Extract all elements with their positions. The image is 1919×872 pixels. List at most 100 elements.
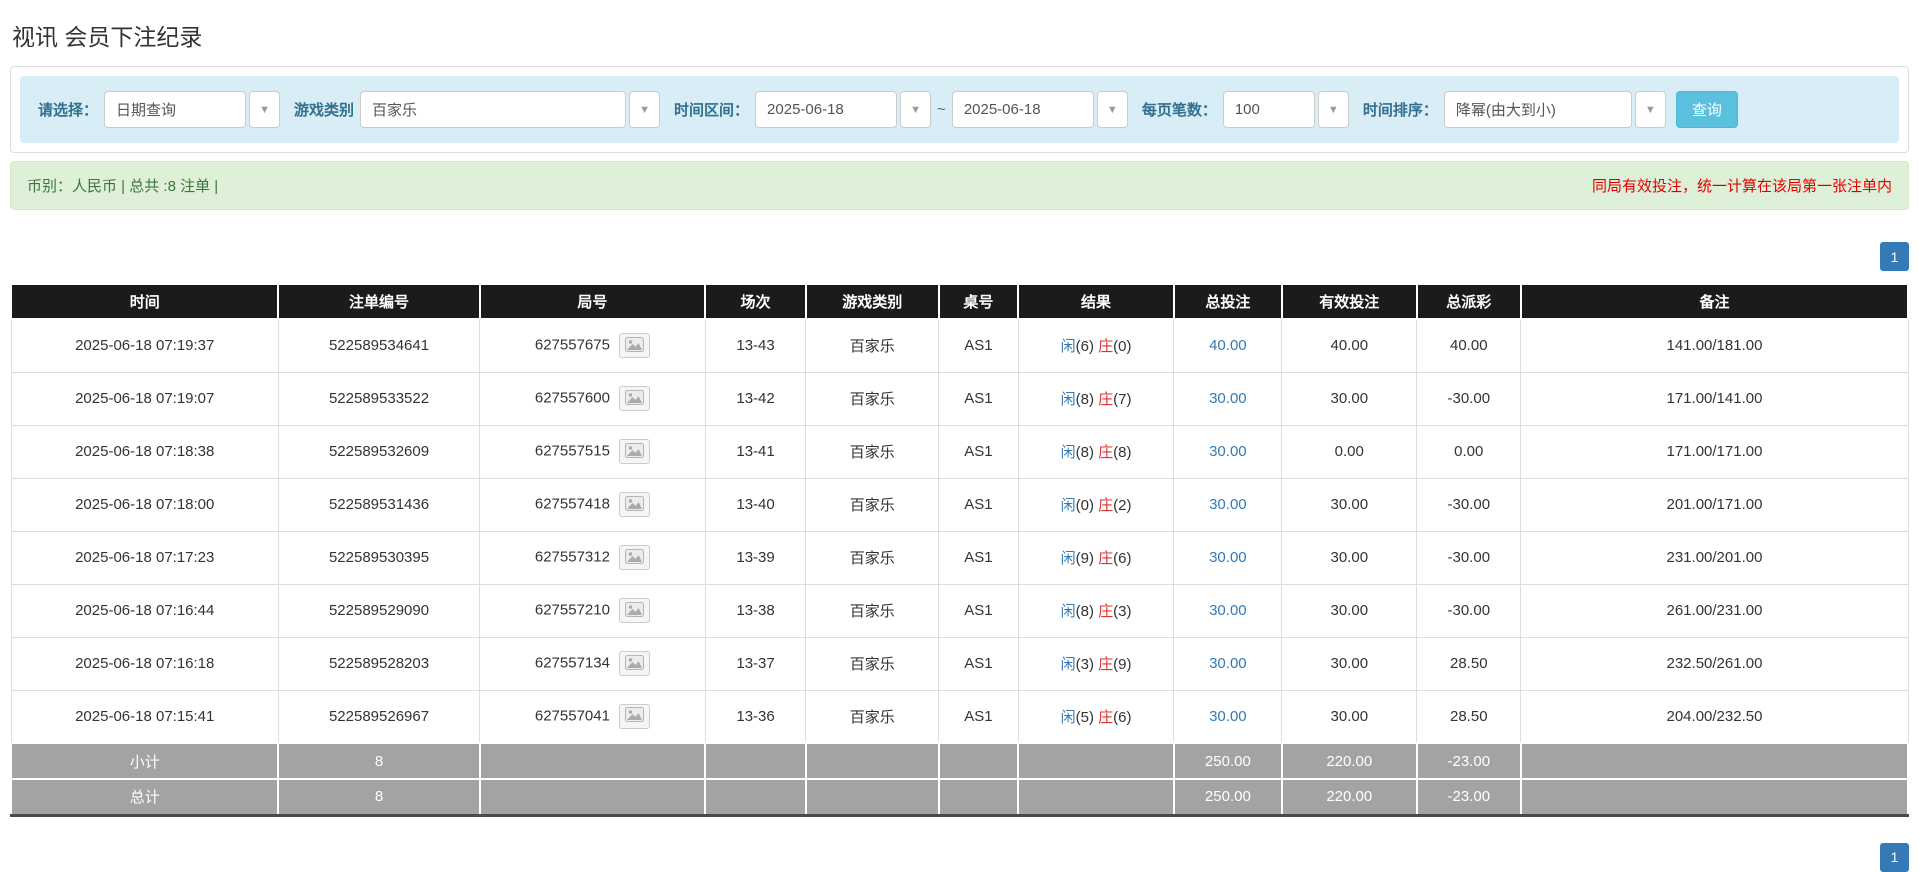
cell-game-type: 百家乐 bbox=[805, 530, 940, 585]
total-bet-link[interactable]: 30.00 bbox=[1209, 655, 1247, 672]
date-to-input[interactable]: 2025-06-18 bbox=[951, 91, 1094, 128]
date-from-input[interactable]: 2025-06-18 bbox=[755, 91, 898, 128]
cell-payout: 28.50 bbox=[1416, 689, 1522, 744]
cell-total-bet: 30.00 bbox=[1173, 583, 1283, 638]
round-number-text: 627557600 bbox=[534, 389, 610, 407]
footer-valid-bet: 220.00 bbox=[1280, 742, 1418, 780]
table-row: 2025-06-18 07:16:18 522589528203 627557134… bbox=[10, 636, 1909, 691]
query-button[interactable]: 查询 bbox=[1675, 91, 1738, 128]
filter-panel: 请选择： 日期查询 ▼ 游戏类别 百家乐 ▼ 时间区间： 2025-06-18 … bbox=[10, 66, 1909, 153]
total-bet-link[interactable]: 30.00 bbox=[1209, 549, 1247, 566]
cell-result: 闲(8) 庄(7) bbox=[1017, 371, 1175, 426]
image-icon bbox=[624, 601, 644, 620]
select-type-label: 请选择： bbox=[38, 102, 99, 119]
cell-total-bet: 30.00 bbox=[1173, 424, 1283, 479]
footer-payout: -23.00 bbox=[1415, 778, 1522, 816]
result-banker-label: 庄 bbox=[1098, 656, 1114, 673]
round-image-button[interactable] bbox=[618, 703, 650, 729]
cell-round-number: 627557041 bbox=[479, 689, 706, 744]
cell-bet-number: 522589528203 bbox=[277, 636, 481, 691]
cell-result: 闲(0) 庄(2) bbox=[1017, 477, 1175, 532]
table-row: 2025-06-18 07:15:41 522589526967 627557041… bbox=[10, 689, 1909, 744]
cell-valid-bet: 30.00 bbox=[1281, 477, 1418, 532]
cell-payout: 40.00 bbox=[1416, 318, 1522, 373]
cell-game-type: 百家乐 bbox=[805, 318, 940, 373]
cell-valid-bet: 30.00 bbox=[1281, 689, 1418, 744]
table-row: 2025-06-18 07:19:07 522589533522 627557600… bbox=[10, 371, 1909, 426]
cell-bet-number: 522589531436 bbox=[277, 477, 481, 532]
page-title: 视讯 会员下注纪录 bbox=[12, 24, 203, 50]
footer-label: 小计 bbox=[9, 742, 280, 780]
cell-time: 2025-06-18 07:15:41 bbox=[10, 689, 279, 744]
round-image-button[interactable] bbox=[618, 598, 650, 623]
time-sort-arrow-button[interactable]: ▼ bbox=[1634, 91, 1666, 128]
chevron-down-icon: ▼ bbox=[639, 103, 650, 116]
time-sort-label: 时间排序： bbox=[1362, 102, 1438, 119]
page-1-button[interactable]: 1 bbox=[1880, 242, 1909, 271]
total-bet-link[interactable]: 30.00 bbox=[1209, 602, 1247, 619]
game-type-dropdown[interactable]: 百家乐 bbox=[360, 91, 627, 128]
total-bet-link[interactable]: 30.00 bbox=[1209, 496, 1247, 513]
round-image-button[interactable] bbox=[618, 439, 650, 464]
cell-session: 13-41 bbox=[704, 424, 807, 479]
cell-result: 闲(5) 庄(6) bbox=[1017, 689, 1175, 744]
cell-game-type: 百家乐 bbox=[805, 371, 940, 426]
cell-game-type: 百家乐 bbox=[805, 689, 940, 744]
page: 视讯 会员下注纪录 请选择： 日期查询 ▼ 游戏类别 百家乐 ▼ 时间区间： 2… bbox=[0, 0, 1919, 872]
total-bet-link[interactable]: 30.00 bbox=[1209, 390, 1247, 407]
image-icon bbox=[624, 389, 644, 408]
table-header-row: 时间 注单编号 局号 场次 游戏类别 桌号 结果 总投注 有效投注 总派彩 备注 bbox=[9, 283, 1910, 320]
image-icon bbox=[624, 707, 644, 725]
total-bet-link[interactable]: 30.00 bbox=[1209, 443, 1247, 460]
round-image-button[interactable] bbox=[618, 386, 650, 411]
column-header-7: 结果 bbox=[1017, 283, 1175, 320]
page-size-label: 每页笔数： bbox=[1141, 102, 1217, 119]
page-1-button[interactable]: 1 bbox=[1880, 842, 1909, 872]
result-banker-label: 庄 bbox=[1098, 708, 1114, 726]
footer-empty-cell bbox=[478, 778, 707, 816]
time-sort-dropdown[interactable]: 降幂(由大到小) bbox=[1443, 91, 1632, 128]
cell-total-bet: 30.00 bbox=[1173, 477, 1283, 532]
game-type-label: 游戏类别 bbox=[294, 102, 355, 119]
round-image-button[interactable] bbox=[618, 492, 650, 517]
cell-result: 闲(6) 庄(0) bbox=[1017, 318, 1175, 373]
cell-payout: -30.00 bbox=[1416, 477, 1522, 532]
select-type-dropdown[interactable]: 日期查询 bbox=[104, 91, 247, 128]
select-type-arrow-button[interactable]: ▼ bbox=[249, 91, 281, 128]
cell-time: 2025-06-18 07:19:37 bbox=[10, 318, 279, 373]
total-bet-link[interactable]: 30.00 bbox=[1209, 708, 1247, 725]
cell-valid-bet: 30.00 bbox=[1281, 583, 1418, 638]
chevron-down-icon: ▼ bbox=[1327, 103, 1339, 116]
round-number-text: 627557210 bbox=[534, 601, 610, 619]
cell-table-number: AS1 bbox=[938, 371, 1019, 426]
round-image-button[interactable] bbox=[618, 333, 650, 359]
result-banker-label: 庄 bbox=[1098, 603, 1114, 620]
result-player-label: 闲 bbox=[1060, 497, 1076, 514]
cell-remark: 201.00/171.00 bbox=[1520, 477, 1909, 532]
footer-empty-cell bbox=[1017, 742, 1175, 780]
page-size-dropdown[interactable]: 100 bbox=[1222, 91, 1315, 128]
result-player-label: 闲 bbox=[1060, 603, 1076, 620]
column-header-8: 总投注 bbox=[1172, 283, 1283, 320]
cell-total-bet: 30.00 bbox=[1173, 689, 1283, 744]
footer-empty-cell bbox=[804, 742, 940, 780]
page-size-arrow-button[interactable]: ▼ bbox=[1317, 91, 1349, 128]
date-to-arrow-button[interactable]: ▼ bbox=[1096, 91, 1128, 128]
date-from-arrow-button[interactable]: ▼ bbox=[900, 91, 932, 128]
cell-game-type: 百家乐 bbox=[805, 477, 940, 532]
image-icon bbox=[624, 495, 644, 514]
round-image-button[interactable] bbox=[618, 545, 650, 570]
game-type-arrow-button[interactable]: ▼ bbox=[629, 91, 661, 128]
total-bet-link[interactable]: 40.00 bbox=[1209, 337, 1247, 354]
round-image-button[interactable] bbox=[618, 651, 650, 676]
table-row: 2025-06-18 07:19:37 522589534641 627557675… bbox=[10, 318, 1909, 373]
cell-remark: 232.50/261.00 bbox=[1520, 636, 1909, 691]
pagination-top: 1 bbox=[10, 242, 1909, 271]
cell-round-number: 627557600 bbox=[479, 371, 706, 426]
cell-round-number: 627557675 bbox=[479, 318, 706, 373]
image-icon bbox=[624, 442, 644, 461]
cell-bet-number: 522589532609 bbox=[277, 424, 481, 479]
cell-remark: 204.00/232.50 bbox=[1520, 689, 1909, 744]
filter-bar: 请选择： 日期查询 ▼ 游戏类别 百家乐 ▼ 时间区间： 2025-06-18 … bbox=[20, 76, 1899, 143]
cell-round-number: 627557418 bbox=[479, 477, 706, 532]
